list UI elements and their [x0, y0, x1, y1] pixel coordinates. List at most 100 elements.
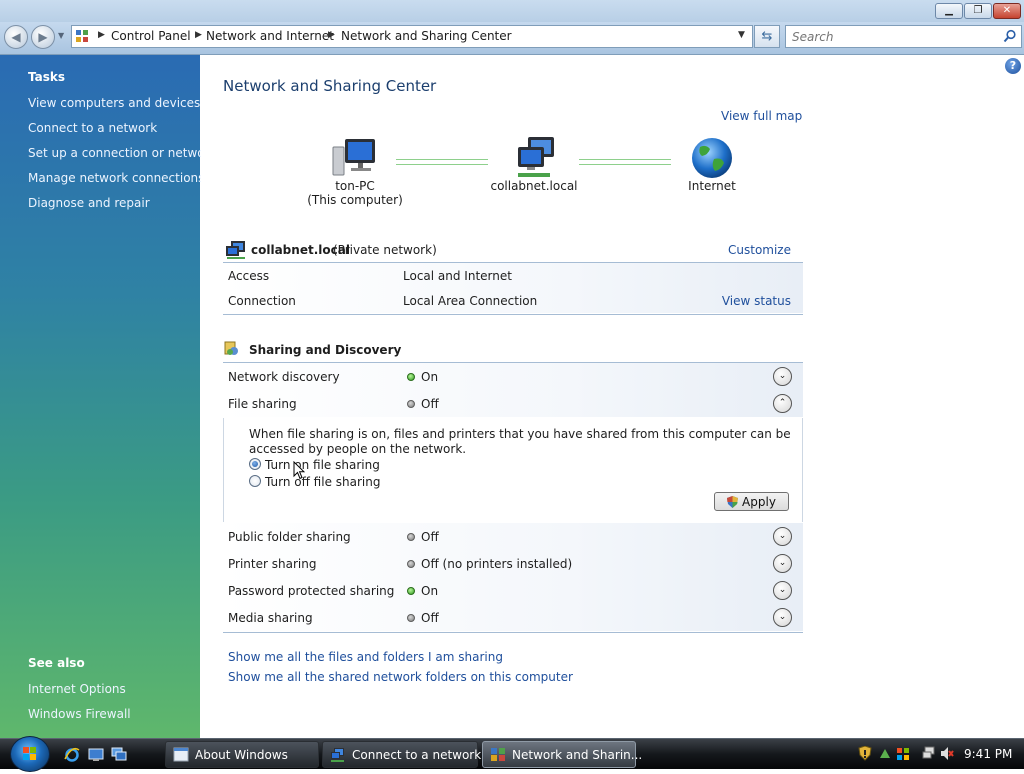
status-off-icon: [407, 400, 415, 408]
turn-off-file-sharing-option[interactable]: Turn off file sharing: [249, 475, 380, 489]
show-shared-files-link[interactable]: Show me all the files and folders I am s…: [228, 650, 503, 664]
network-type-label: (Private network): [333, 243, 437, 257]
main-content: ? Network and Sharing Center View full m…: [201, 55, 1024, 738]
recent-pages-dropdown[interactable]: ▼: [58, 31, 64, 40]
radio-label: Turn on file sharing: [265, 458, 380, 472]
close-button[interactable]: ✕: [993, 3, 1021, 19]
minimize-button[interactable]: ▁: [935, 3, 963, 19]
breadcrumb-separator-icon[interactable]: ▶: [328, 30, 335, 40]
show-desktop-icon[interactable]: [88, 747, 104, 762]
customize-link[interactable]: Customize: [728, 243, 791, 257]
sharing-row-network-discovery: Network discovery On ⌄: [223, 363, 803, 390]
task-connect-to-a-network[interactable]: Connect to a network: [28, 121, 157, 135]
task-pane: Tasks View computers and devices Connect…: [0, 55, 216, 738]
sharing-status: On: [421, 370, 439, 384]
expand-button[interactable]: ⌄: [773, 367, 792, 386]
internet-name: Internet: [688, 179, 736, 193]
search-icon[interactable]: [1003, 29, 1017, 43]
expand-button[interactable]: ⌄: [773, 608, 792, 627]
sharing-label: Media sharing: [228, 611, 313, 625]
status-off-icon: [407, 560, 415, 568]
address-dropdown-icon[interactable]: ▼: [738, 30, 745, 40]
switch-windows-icon[interactable]: [111, 747, 127, 762]
see-also-heading: See also: [28, 656, 85, 670]
forward-button[interactable]: ▶: [31, 25, 55, 49]
task-manage-network-connections[interactable]: Manage network connections: [28, 171, 204, 185]
sharing-label: Printer sharing: [228, 557, 317, 571]
sharing-status: Off: [421, 397, 439, 411]
task-diagnose-and-repair[interactable]: Diagnose and repair: [28, 196, 150, 210]
maximize-button[interactable]: ❐: [964, 3, 992, 19]
help-icon[interactable]: ?: [1005, 58, 1021, 74]
tasks-heading: Tasks: [28, 70, 66, 84]
system-tray: 9:41 PM: [852, 739, 1024, 769]
search-box[interactable]: [785, 25, 1022, 48]
turn-on-file-sharing-option[interactable]: Turn on file sharing: [249, 458, 380, 472]
control-panel-icon: [76, 30, 88, 42]
show-shared-folders-link[interactable]: Show me all the shared network folders o…: [228, 670, 573, 684]
breadcrumb-separator-icon[interactable]: ▶: [195, 30, 202, 40]
expand-button[interactable]: ⌄: [773, 527, 792, 546]
sharing-label: Password protected sharing: [228, 584, 395, 598]
breadcrumb-separator-icon[interactable]: ▶: [98, 30, 105, 40]
see-also-windows-firewall[interactable]: Windows Firewall: [28, 707, 131, 721]
taskbar-button-connect-to-network[interactable]: Connect to a network: [322, 741, 481, 768]
apply-button[interactable]: Apply: [714, 492, 789, 511]
status-off-icon: [407, 614, 415, 622]
map-node-network[interactable]: collabnet.local: [484, 137, 584, 193]
view-full-map-link[interactable]: View full map: [721, 109, 802, 123]
breadcrumb-network-and-sharing-center[interactable]: Network and Sharing Center: [341, 29, 512, 43]
detail-value: Local Area Connection: [403, 294, 538, 308]
radio-unchecked-icon[interactable]: [249, 475, 261, 487]
control-panel-icon: [491, 748, 505, 761]
breadcrumb-control-panel[interactable]: Control Panel: [111, 29, 191, 43]
task-view-computers-and-devices[interactable]: View computers and devices: [28, 96, 200, 110]
map-node-internet[interactable]: Internet: [662, 137, 762, 193]
collapse-button[interactable]: ⌃: [773, 394, 792, 413]
start-button[interactable]: [10, 736, 50, 772]
sharing-status: On: [421, 584, 439, 598]
detail-row-connection: Connection Local Area Connection View st…: [223, 288, 803, 313]
volume-muted-icon[interactable]: [940, 746, 954, 761]
expand-button[interactable]: ⌄: [773, 554, 792, 573]
internet-explorer-icon[interactable]: [64, 747, 80, 762]
sharing-row-printer: Printer sharing Off (no printers install…: [223, 550, 803, 577]
search-input[interactable]: [790, 28, 999, 45]
see-also-internet-options[interactable]: Internet Options: [28, 682, 126, 696]
taskbar-button-about-windows[interactable]: About Windows: [165, 741, 319, 768]
taskbar-button-label: Network and Sharin...: [512, 748, 643, 762]
taskbar-button-network-and-sharing[interactable]: Network and Sharin...: [482, 741, 642, 768]
map-node-this-computer[interactable]: ton-PC (This computer): [305, 137, 405, 207]
mouse-pointer-icon: [293, 461, 305, 480]
sharing-icon: [224, 341, 238, 355]
view-status-link[interactable]: View status: [722, 294, 791, 308]
network-icon: [518, 137, 554, 177]
refresh-button[interactable]: ⇆: [754, 25, 780, 48]
computer-icon: [332, 139, 375, 176]
divider: [223, 632, 803, 633]
detail-label: Connection: [228, 294, 296, 308]
file-sharing-panel: When file sharing is on, files and print…: [223, 418, 803, 522]
sharing-label: File sharing: [228, 397, 297, 411]
security-shield-icon[interactable]: [858, 746, 872, 761]
expand-button[interactable]: ⌄: [773, 581, 792, 600]
navigation-bar: ◀ ▶ ▼ ▶ Control Panel ▶ Network and Inte…: [0, 22, 1024, 55]
task-set-up-connection[interactable]: Set up a connection or network: [28, 146, 216, 160]
network-icon: [331, 748, 344, 762]
windows-sidebar-icon[interactable]: [896, 746, 910, 761]
clock[interactable]: 9:41 PM: [964, 747, 1012, 761]
uac-shield-icon: [727, 495, 739, 508]
sharing-status: Off (no printers installed): [421, 557, 573, 571]
back-button[interactable]: ◀: [4, 25, 28, 49]
breadcrumb-network-and-internet[interactable]: Network and Internet: [206, 29, 334, 43]
network-header: collabnet.local (Private network) Custom…: [225, 239, 803, 263]
address-bar[interactable]: ▶ Control Panel ▶ Network and Internet ▶…: [71, 25, 753, 48]
sharing-label: Public folder sharing: [228, 530, 351, 544]
radio-checked-icon[interactable]: [249, 458, 261, 470]
sync-icon[interactable]: [878, 746, 892, 761]
windows-logo-icon: [23, 747, 36, 760]
window-icon: [173, 747, 189, 762]
apply-label: Apply: [742, 494, 776, 509]
network-status-icon[interactable]: [922, 746, 936, 761]
page-title: Network and Sharing Center: [223, 77, 437, 95]
